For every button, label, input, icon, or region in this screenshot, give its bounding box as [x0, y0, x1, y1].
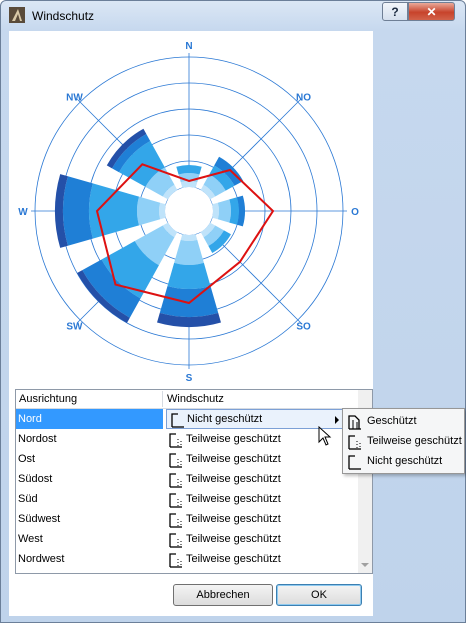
table-row[interactable]: Südost Teilweise geschützt — [16, 469, 360, 489]
menu-item-label: Geschützt — [367, 415, 417, 427]
protection-value: Teilweise geschützt — [186, 533, 281, 545]
partial-protection-icon — [169, 433, 182, 448]
menu-item-label: Nicht geschützt — [367, 455, 443, 467]
table-row[interactable]: West Teilweise geschützt — [16, 529, 360, 549]
menu-item-protected[interactable]: Geschützt — [343, 411, 464, 431]
table-row[interactable]: Nordwest Teilweise geschützt — [16, 549, 360, 569]
partial-protection-icon — [169, 473, 182, 488]
partial-protection-icon — [169, 553, 182, 568]
protection-cell[interactable]: Teilweise geschützt — [164, 549, 354, 569]
direction-label: NW — [66, 92, 83, 103]
column-header-orientation: Ausrichtung — [19, 393, 78, 405]
protection-cell[interactable]: Teilweise geschützt — [164, 509, 354, 529]
direction-label: SO — [296, 322, 311, 333]
table-row[interactable]: Nordost Teilweise geschützt — [16, 429, 360, 449]
column-separator — [162, 391, 163, 407]
rose-sector — [217, 199, 231, 223]
help-button[interactable]: ? — [382, 2, 408, 21]
rose-sector — [180, 234, 198, 241]
orientation-cell: Nord — [18, 413, 42, 425]
menu-item-unprotected[interactable]: Nicht geschützt — [343, 451, 464, 471]
menu-item-partial[interactable]: Teilweise geschützt — [343, 431, 464, 451]
rose-sector — [180, 181, 198, 188]
protection-cell[interactable]: Teilweise geschützt — [164, 489, 354, 509]
rose-sector — [137, 196, 161, 226]
table-row[interactable]: Süd Teilweise geschützt — [16, 489, 360, 509]
unprotected-icon — [171, 413, 184, 428]
window-title: Windschutz — [32, 9, 95, 23]
rose-sector — [174, 239, 204, 265]
protection-value: Teilweise geschützt — [186, 453, 281, 465]
mouse-cursor-icon — [318, 426, 332, 446]
ok-label: OK — [311, 589, 327, 601]
unprotected-icon — [348, 455, 361, 470]
protection-cell[interactable]: Teilweise geschützt — [164, 469, 354, 489]
direction-label: O — [351, 207, 359, 218]
protected-icon — [348, 415, 361, 430]
orientation-cell: Südwest — [18, 513, 61, 525]
partial-protection-icon — [169, 513, 182, 528]
protection-value: Teilweise geschützt — [186, 513, 281, 525]
orientation-cell: Süd — [18, 493, 38, 505]
submenu-arrow-icon[interactable] — [335, 416, 339, 424]
close-icon: ✕ — [426, 4, 437, 19]
wind-rose: N NO O SO S SW W NW — [18, 41, 359, 384]
orientation-cell: Südost — [18, 473, 53, 485]
scroll-down-arrow-icon[interactable] — [361, 563, 369, 567]
protection-value: Teilweise geschützt — [186, 433, 281, 445]
table-row[interactable]: Südwest Teilweise geschützt — [16, 509, 360, 529]
protection-value: Nicht geschützt — [187, 413, 263, 425]
cancel-label: Abbrechen — [196, 589, 250, 601]
partial-protection-icon — [169, 533, 182, 548]
protection-value: Teilweise geschützt — [186, 553, 281, 565]
protection-cell[interactable]: Teilweise geschützt — [164, 529, 354, 549]
table-row[interactable]: Nord Nicht geschützt — [16, 409, 360, 429]
column-header-protection: Windschutz — [167, 393, 224, 405]
rose-sector — [212, 202, 219, 220]
protection-dropdown-menu: Geschützt Teilweise geschützt Nicht gesc… — [342, 408, 465, 474]
partial-protection-icon — [169, 493, 182, 508]
ok-button[interactable]: OK — [276, 584, 362, 606]
table-row[interactable]: Ost Teilweise geschützt — [16, 449, 360, 469]
partial-protection-icon — [348, 435, 361, 450]
title-bar: Windschutz ? ✕ — [1, 1, 465, 31]
dialog-client: N NO O SO S SW W NW Ausrichtung Windschutz Nord… — [9, 31, 373, 616]
orientation-cell: Nordwest — [18, 553, 65, 565]
partial-protection-icon — [169, 453, 182, 468]
direction-label: W — [18, 207, 28, 218]
help-label: ? — [391, 4, 399, 19]
menu-item-label: Teilweise geschützt — [367, 435, 462, 447]
direction-label: SW — [66, 322, 83, 333]
rose-sector — [63, 176, 93, 246]
orientation-cell: Nordost — [18, 433, 57, 445]
orientation-table: Ausrichtung Windschutz Nord Nicht geschüt… — [15, 389, 373, 574]
protection-cell[interactable]: Teilweise geschützt — [164, 449, 354, 469]
rose-center — [165, 187, 213, 235]
cancel-button[interactable]: Abbrechen — [173, 584, 273, 606]
protection-value: Teilweise geschützt — [186, 473, 281, 485]
close-button[interactable]: ✕ — [408, 2, 455, 21]
dialog-window: Windschutz ? ✕ N NO O SO S SW W NW Ausrichtung … — [0, 0, 466, 623]
rose-sector — [159, 202, 166, 220]
rose-sector — [167, 262, 211, 289]
orientation-cell: Ost — [18, 453, 36, 465]
direction-label: N — [185, 41, 192, 52]
table-header: Ausrichtung Windschutz — [16, 390, 360, 409]
protection-value: Teilweise geschützt — [186, 493, 281, 505]
orientation-cell: West — [18, 533, 43, 545]
direction-label: NO — [296, 92, 311, 103]
direction-label: S — [186, 373, 193, 384]
app-triangle-icon — [9, 7, 25, 23]
rose-sector — [159, 285, 219, 317]
